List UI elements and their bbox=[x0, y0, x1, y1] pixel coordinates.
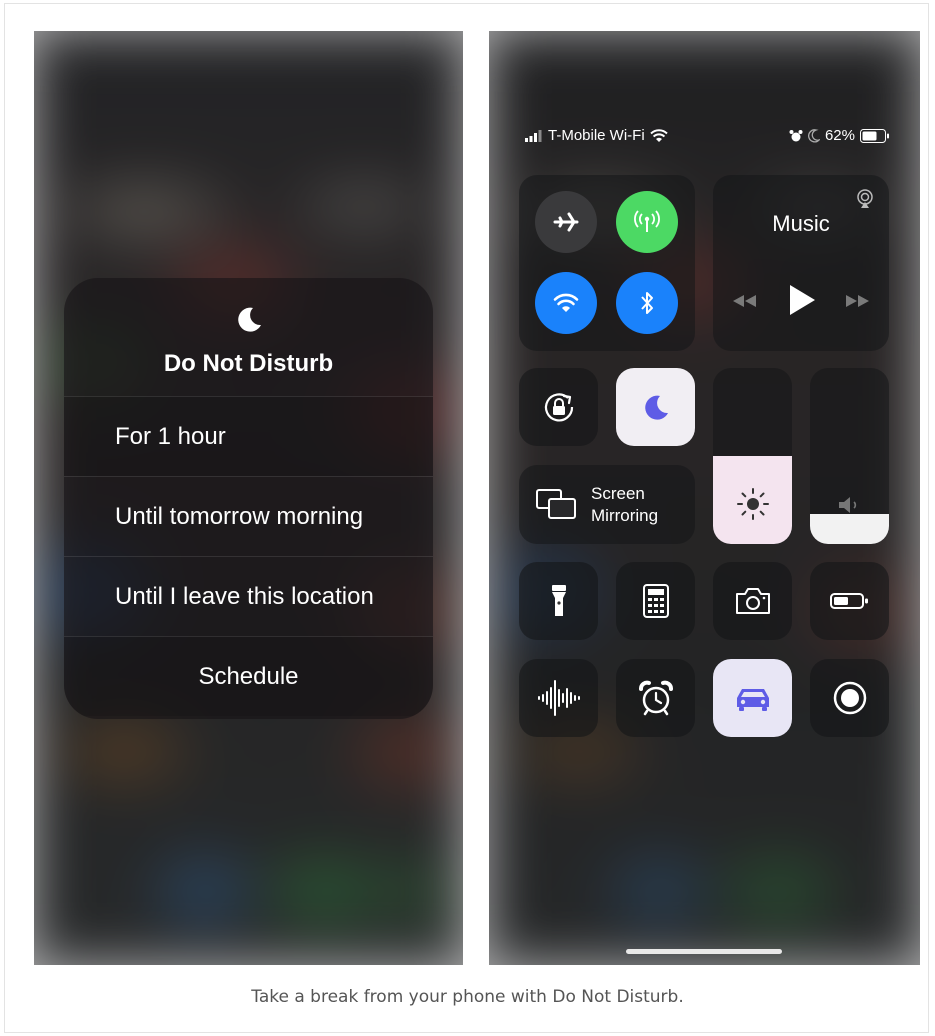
camera-button[interactable] bbox=[713, 562, 792, 640]
cellular-data-toggle[interactable] bbox=[616, 191, 678, 253]
brightness-slider[interactable] bbox=[713, 368, 792, 544]
battery-icon bbox=[860, 128, 889, 143]
airplane-icon bbox=[553, 212, 579, 232]
control-center-screenshot: T-Mobile Wi-Fi 62% Music Screen Mirrorin… bbox=[489, 31, 920, 965]
signal-icon bbox=[525, 129, 542, 142]
bluetooth-icon bbox=[641, 292, 653, 314]
dnd-option-leave-location[interactable]: Until I leave this location bbox=[64, 556, 433, 636]
screen-mirroring-icon bbox=[536, 489, 576, 519]
music-tile[interactable]: Music bbox=[713, 175, 889, 351]
orientation-lock-icon bbox=[544, 393, 573, 422]
wifi-toggle[interactable] bbox=[535, 272, 597, 334]
rewind-icon[interactable] bbox=[729, 291, 759, 311]
car-icon bbox=[736, 689, 769, 711]
play-icon[interactable] bbox=[787, 283, 817, 317]
dnd-menu: Do Not Disturb For 1 hour Until tomorrow… bbox=[64, 278, 433, 719]
orientation-lock-button[interactable] bbox=[519, 368, 598, 446]
cellular-antenna-icon bbox=[634, 210, 660, 232]
airplane-mode-toggle[interactable] bbox=[535, 191, 597, 253]
bluetooth-toggle[interactable] bbox=[616, 272, 678, 334]
camera-icon bbox=[735, 588, 770, 614]
alarm-clock-icon bbox=[638, 680, 673, 716]
screen-mirroring-line1: Screen bbox=[591, 484, 645, 503]
connectivity-tile bbox=[519, 175, 695, 351]
volume-slider[interactable] bbox=[810, 368, 889, 544]
dnd-button[interactable] bbox=[616, 368, 695, 446]
home-indicator[interactable] bbox=[626, 949, 782, 954]
dnd-title: Do Not Disturb bbox=[163, 350, 334, 377]
screen-mirroring-line2: Mirroring bbox=[591, 506, 659, 525]
battery-low-power-icon bbox=[829, 593, 868, 609]
airplay-audio-icon[interactable] bbox=[855, 189, 875, 209]
battery-percent: 62% bbox=[824, 127, 855, 144]
screen-record-icon bbox=[833, 681, 866, 715]
wifi-icon bbox=[553, 293, 579, 312]
carrier-label: T-Mobile Wi-Fi bbox=[548, 127, 645, 144]
calculator-icon bbox=[642, 584, 669, 618]
screen-mirroring-label: Screen Mirroring bbox=[591, 483, 658, 527]
voice-memos-button[interactable] bbox=[519, 659, 598, 737]
dnd-screenshot: Do Not Disturb For 1 hour Until tomorrow… bbox=[34, 31, 463, 965]
figure-caption: Take a break from your phone with Do Not… bbox=[251, 987, 684, 1007]
flashlight-button[interactable] bbox=[519, 562, 598, 640]
dnd-moon-icon bbox=[644, 395, 668, 420]
music-title: Music bbox=[772, 211, 830, 236]
dnd-while-driving-button[interactable] bbox=[713, 659, 792, 737]
brightness-sun-icon bbox=[737, 488, 769, 520]
low-power-mode-button[interactable] bbox=[810, 562, 889, 640]
screen-mirroring-button[interactable]: Screen Mirroring bbox=[519, 465, 695, 544]
volume-fill bbox=[810, 514, 889, 544]
moon-icon bbox=[237, 307, 261, 332]
dnd-status-icon bbox=[808, 128, 820, 142]
screen-recording-button[interactable] bbox=[810, 659, 889, 737]
alarm-status-icon bbox=[789, 129, 803, 141]
wifi-status-icon bbox=[649, 128, 668, 142]
dnd-option-schedule[interactable]: Schedule bbox=[64, 636, 433, 716]
status-bar: T-Mobile Wi-Fi 62% bbox=[489, 127, 920, 147]
dnd-option-tomorrow-morning[interactable]: Until tomorrow morning bbox=[64, 476, 433, 556]
fast-forward-icon[interactable] bbox=[843, 291, 873, 311]
speaker-icon bbox=[839, 497, 857, 513]
alarm-button[interactable] bbox=[616, 659, 695, 737]
waveform-icon bbox=[537, 680, 580, 716]
flashlight-icon bbox=[551, 585, 566, 616]
dnd-option-1-hour[interactable]: For 1 hour bbox=[64, 396, 433, 476]
dnd-header: Do Not Disturb bbox=[64, 278, 433, 396]
calculator-button[interactable] bbox=[616, 562, 695, 640]
